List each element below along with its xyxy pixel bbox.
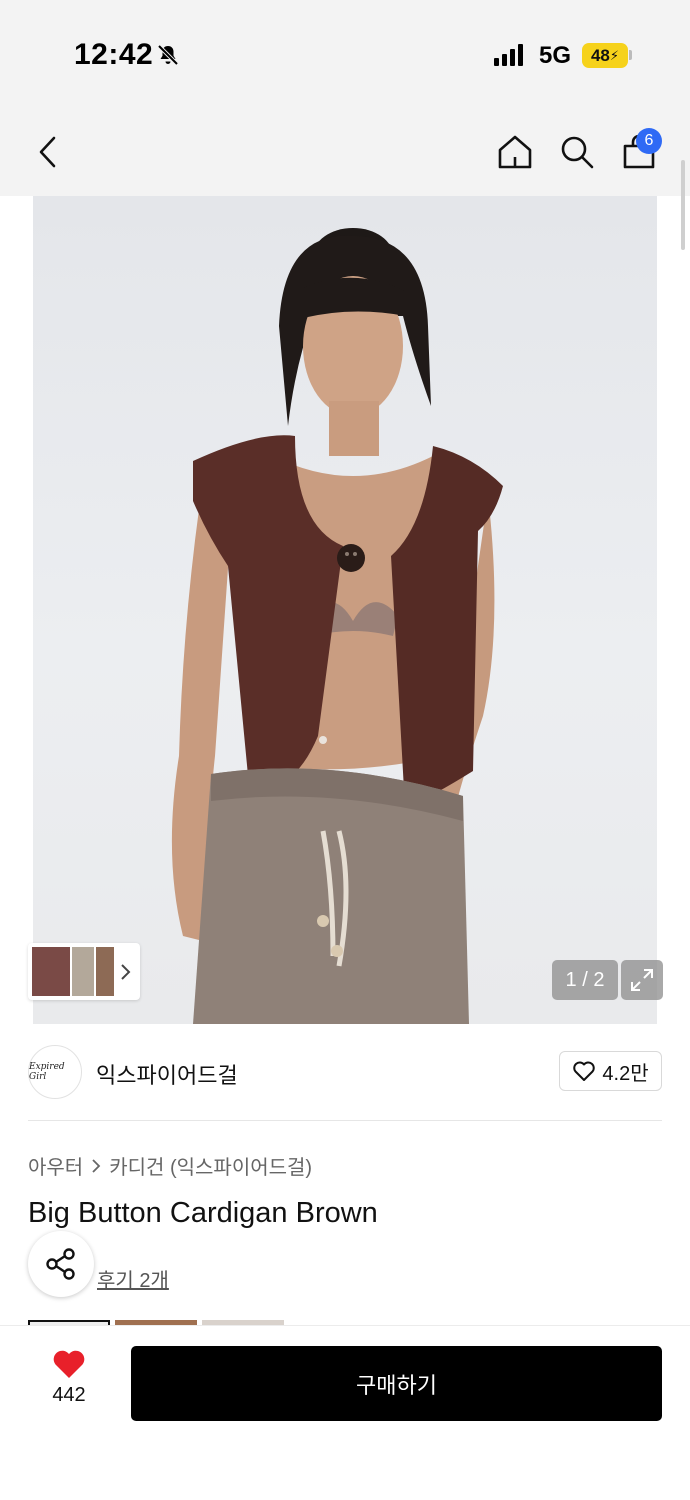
search-button[interactable] [556,130,598,174]
product-photo-illustration [171,228,503,1024]
home-button[interactable] [494,130,536,174]
wishlist-button[interactable]: 442 [36,1348,102,1418]
share-button[interactable] [28,1231,94,1297]
expand-icon [631,969,653,991]
buy-button[interactable]: 구매하기 [131,1346,662,1421]
battery-level: 48 [590,45,610,65]
chevron-right-icon [92,1158,101,1173]
wishlist-count: 442 [52,1384,86,1406]
thumbnail-image [96,947,114,996]
product-title: Big Button Cardigan Brown [28,1197,378,1229]
brand-logo-text: Expired Girl [29,1062,65,1082]
brand-like-count: 4.2만 [602,1062,649,1085]
app-header [0,110,690,196]
expand-image-button[interactable] [621,960,663,1000]
brand-name[interactable]: 익스파이어드걸 [96,1058,238,1090]
brand-like-button[interactable]: 4.2만 [559,1051,662,1091]
cart-count-badge: 6 [636,128,662,154]
status-bar: 12:42 5G 48 ⚡ [0,0,690,110]
battery-icon: 48 ⚡ [582,43,628,68]
share-icon [46,1248,75,1280]
chevron-right-icon [121,964,131,980]
status-time: 12:42 [74,38,154,71]
network-label: 5G [539,42,572,69]
heart-filled-icon [53,1350,85,1378]
battery-tip [629,50,632,60]
heart-outline-icon [573,1061,596,1081]
breadcrumb-subcategory[interactable]: 카디건 (익스파이어드걸) [109,1151,312,1180]
home-icon [498,135,532,169]
thumbnail-image [72,947,94,996]
divider [28,1120,662,1121]
thumbnail-image [32,947,70,996]
brand-logo[interactable]: Expired Girl [28,1045,82,1099]
back-icon [39,136,56,168]
product-image[interactable] [33,196,657,1024]
breadcrumb: 아우터 카디건 (익스파이어드걸) [28,1151,312,1180]
scrollbar-thumb[interactable] [681,160,685,250]
search-icon [561,136,594,169]
image-page-indicator: 1 / 2 [552,960,618,1000]
breadcrumb-category[interactable]: 아우터 [28,1151,83,1180]
bell-muted-icon [157,44,179,66]
reviews-link[interactable]: 후기 2개 [97,1264,169,1293]
back-button[interactable] [28,130,68,174]
thumbnail-strip-button[interactable] [28,943,140,1000]
signal-icon [494,44,523,66]
